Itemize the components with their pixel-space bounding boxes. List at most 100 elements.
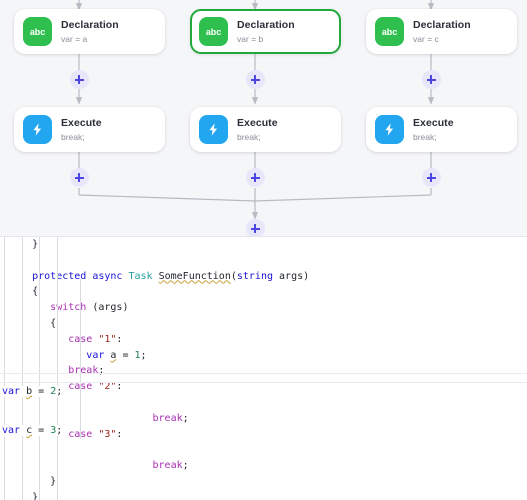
- node-declaration-b[interactable]: abc Declaration var = b: [190, 9, 341, 54]
- code-token: ): [303, 270, 310, 282]
- code-token: {: [50, 317, 57, 329]
- code-line[interactable]: }: [0, 490, 309, 500]
- code-token: ;: [182, 460, 189, 472]
- add-node-button-branch-2-end[interactable]: [245, 168, 265, 187]
- add-node-button-branch-3-mid[interactable]: [421, 70, 441, 89]
- code-token: string: [236, 270, 273, 282]
- node-subtitle: break;: [237, 131, 261, 142]
- code-token: ;: [56, 425, 63, 436]
- code-line[interactable]: {: [0, 316, 309, 332]
- node-title: Execute: [413, 116, 454, 129]
- code-line[interactable]: [0, 395, 309, 411]
- code-line[interactable]: switch (args): [0, 300, 309, 316]
- inline-code-fragment[interactable]: var c = 3;: [2, 425, 63, 436]
- node-label-group: Declaration var = c: [413, 19, 471, 45]
- code-token: var: [86, 349, 105, 361]
- code-token: var: [2, 386, 21, 397]
- code-token: break: [152, 412, 183, 424]
- add-node-button-branch-1-end[interactable]: [69, 168, 89, 187]
- code-line[interactable]: [0, 442, 309, 458]
- node-title: Execute: [237, 116, 278, 129]
- editor-separator: [0, 382, 527, 383]
- code-line[interactable]: {: [0, 284, 309, 300]
- editor-separator: [0, 373, 527, 374]
- add-node-button-branch-3-end[interactable]: [421, 168, 441, 187]
- code-line[interactable]: case "1":: [0, 332, 309, 348]
- code-token: =: [32, 386, 51, 397]
- add-node-button-after-merge[interactable]: [245, 219, 265, 236]
- inline-code-fragment[interactable]: var b = 2;: [2, 386, 63, 397]
- code-line[interactable]: break;: [0, 363, 309, 379]
- node-title: Declaration: [61, 18, 119, 31]
- node-subtitle: break;: [61, 131, 85, 142]
- code-token: "1": [98, 333, 117, 345]
- code-token: args: [279, 270, 304, 282]
- code-token: :: [116, 333, 123, 345]
- node-declaration-a[interactable]: abc Declaration var = a: [14, 9, 165, 54]
- node-subtitle: var = b: [237, 33, 264, 44]
- code-token: ;: [98, 365, 105, 377]
- code-token: :: [116, 428, 123, 440]
- code-token: async: [92, 270, 123, 282]
- code-line[interactable]: protected async Task SomeFunction(string…: [0, 269, 309, 285]
- node-subtitle: var = c: [413, 33, 439, 44]
- code-line[interactable]: }: [0, 237, 309, 253]
- abc-icon: abc: [375, 17, 404, 46]
- node-subtitle: break;: [413, 131, 437, 142]
- add-node-button-branch-1-mid[interactable]: [69, 70, 89, 89]
- node-declaration-c[interactable]: abc Declaration var = c: [366, 9, 517, 54]
- abc-icon: abc: [23, 17, 52, 46]
- node-label-group: Execute break;: [61, 117, 102, 143]
- add-node-button-branch-2-mid[interactable]: [245, 70, 265, 89]
- node-label-group: Declaration var = b: [237, 19, 295, 45]
- code-token: "3": [98, 428, 117, 440]
- code-token: ;: [140, 349, 147, 361]
- code-token: ;: [56, 386, 63, 397]
- code-token: =: [116, 349, 135, 361]
- node-title: Execute: [61, 116, 102, 129]
- code-line[interactable]: break;: [0, 458, 309, 474]
- abc-icon: abc: [199, 17, 228, 46]
- code-token: protected: [32, 270, 87, 282]
- lightning-icon: [375, 115, 404, 144]
- code-line-list[interactable]: } protected async Task SomeFunction(stri…: [0, 237, 309, 500]
- code-token: ): [122, 302, 129, 314]
- code-editor[interactable]: } protected async Task SomeFunction(stri…: [0, 237, 527, 500]
- indent-guide: [4, 237, 5, 500]
- code-token: {: [32, 286, 39, 298]
- lightning-icon: [23, 115, 52, 144]
- node-execute-c[interactable]: Execute break;: [366, 107, 517, 152]
- indent-guide: [80, 279, 81, 439]
- indent-guide: [57, 237, 58, 500]
- code-token: var: [2, 425, 21, 436]
- indent-guide: [39, 237, 40, 500]
- code-line[interactable]: }: [0, 474, 309, 490]
- node-label-group: Declaration var = a: [61, 19, 119, 45]
- flow-editor-window: abc Declaration var = a abc Declaration …: [0, 0, 527, 500]
- node-label-group: Execute break;: [237, 117, 278, 143]
- lightning-icon: [199, 115, 228, 144]
- node-execute-b[interactable]: Execute break;: [190, 107, 341, 152]
- node-title: Declaration: [413, 18, 471, 31]
- flow-diagram-canvas[interactable]: abc Declaration var = a abc Declaration …: [0, 0, 527, 237]
- code-line[interactable]: [0, 253, 309, 269]
- code-token: }: [50, 475, 57, 487]
- code-token: break: [152, 460, 183, 472]
- node-subtitle: var = a: [61, 33, 88, 44]
- code-token: args: [98, 302, 123, 314]
- node-title: Declaration: [237, 18, 295, 31]
- node-execute-a[interactable]: Execute break;: [14, 107, 165, 152]
- code-line[interactable]: var a = 1;: [0, 348, 309, 364]
- node-label-group: Execute break;: [413, 117, 454, 143]
